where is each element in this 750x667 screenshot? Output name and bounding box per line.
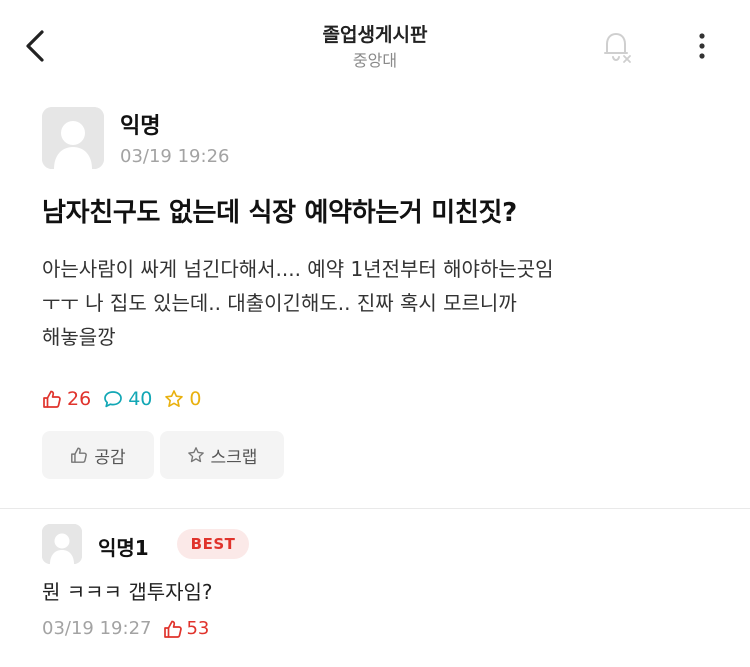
- scrap-button-label: 스크랩: [210, 447, 258, 468]
- comment-timestamp: 03/19 19:27: [42, 618, 152, 639]
- comment-author-name: 익명1: [98, 536, 149, 560]
- post-body-line: ㅜㅜ 나 집도 있는데.. 대출이긴해도.. 진짜 혹시 모르니까: [42, 291, 517, 315]
- default-avatar-icon: [42, 524, 82, 564]
- school-name: 중앙대: [352, 51, 398, 70]
- comment-count-stat: 40: [103, 388, 152, 410]
- best-badge: BEST: [177, 529, 249, 559]
- header-title-group: 졸업생게시판 중앙대: [0, 22, 750, 72]
- comment-like-stat: 53: [163, 618, 209, 639]
- more-vertical-icon: [699, 33, 705, 59]
- scrap-button[interactable]: 스크랩: [160, 431, 284, 479]
- speech-bubble-icon: [104, 391, 123, 408]
- app-header: 졸업생게시판 중앙대: [0, 0, 750, 88]
- post-stats: 26 40 0: [42, 386, 213, 412]
- notification-toggle-button[interactable]: [596, 26, 636, 66]
- scrap-count-stat: 0: [164, 388, 201, 410]
- bell-off-icon: [604, 33, 631, 63]
- scrap-count: 0: [189, 388, 202, 410]
- star-icon: [165, 390, 184, 407]
- post-timestamp: 03/19 19:26: [120, 146, 230, 167]
- comment-count: 40: [128, 388, 153, 410]
- default-avatar-icon: [42, 107, 104, 169]
- thumbs-up-icon: [43, 390, 61, 408]
- more-options-button[interactable]: [682, 26, 722, 66]
- post-author-name: 익명: [120, 114, 161, 139]
- like-button-label: 공감: [94, 447, 126, 468]
- post-body-line: 아는사람이 싸게 넘긴다해서.... 예약 1년전부터 해야하는곳임: [42, 257, 554, 281]
- like-count: 26: [67, 388, 92, 410]
- post-body: 아는사람이 싸게 넘긴다해서.... 예약 1년전부터 해야하는곳임 ㅜㅜ 나 …: [42, 252, 702, 354]
- like-count-stat: 26: [42, 388, 91, 410]
- thumbs-up-icon: [164, 620, 183, 638]
- star-icon: [187, 447, 204, 463]
- comment-like-count: 53: [186, 618, 210, 639]
- section-divider: [0, 508, 750, 509]
- comment-text: 뭔 ㅋㅋㅋ 갭투자임?: [42, 580, 213, 604]
- thumbs-up-icon: [71, 447, 88, 463]
- board-title: 졸업생게시판: [322, 24, 428, 46]
- post-author-avatar: [42, 107, 104, 169]
- comment-author-avatar: [42, 524, 82, 564]
- post-body-line: 해놓을깡: [42, 325, 116, 349]
- post-title: 남자친구도 없는데 식장 예약하는거 미친짓?: [42, 198, 517, 228]
- like-button[interactable]: 공감: [42, 431, 154, 479]
- comment-meta: 03/19 19:27 53: [42, 618, 209, 639]
